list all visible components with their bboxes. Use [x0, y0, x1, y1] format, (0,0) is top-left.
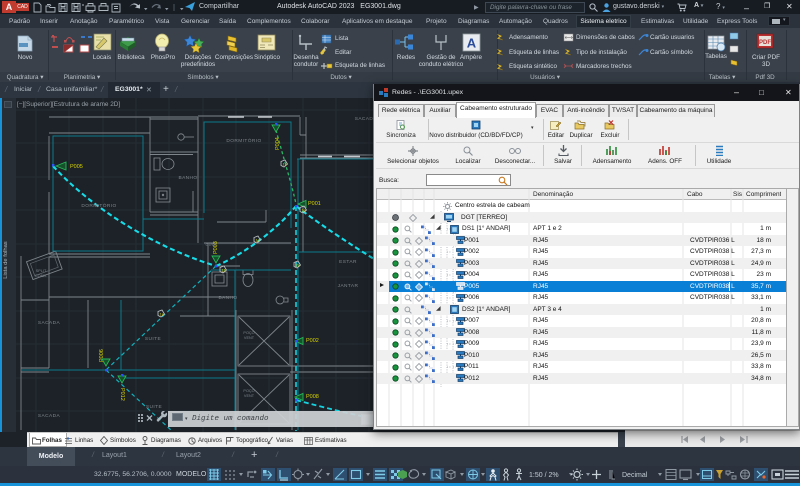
- svg-text:VENT: VENT: [244, 394, 255, 398]
- svg-text:DORMITÓRIO: DORMITÓRIO: [226, 137, 261, 144]
- svg-text:1b: 1b: [222, 268, 227, 273]
- svg-text:VENT: VENT: [244, 336, 255, 340]
- svg-text:CIRC.: CIRC.: [206, 242, 219, 247]
- svg-text:SPLIT: SPLIT: [36, 269, 47, 273]
- svg-text:DORMITÓRIO: DORMITÓRIO: [81, 202, 116, 209]
- svg-text:1a: 1a: [302, 208, 307, 213]
- svg-text:P012: P012: [119, 388, 125, 401]
- svg-text:P005: P005: [70, 164, 83, 170]
- svg-text:POÇO: POÇO: [243, 389, 254, 393]
- svg-text:P006: P006: [99, 349, 105, 362]
- svg-text:SUITE: SUITE: [146, 404, 162, 410]
- svg-text:1c: 1c: [283, 162, 287, 167]
- svg-text:1d: 1d: [256, 238, 260, 243]
- svg-text:P008: P008: [306, 394, 319, 400]
- svg-text:JANTAR: JANTAR: [338, 283, 359, 289]
- svg-text:SACADA: SACADA: [38, 413, 61, 419]
- svg-text:BANHO: BANHO: [218, 295, 237, 301]
- svg-text:SACAD: SACAD: [355, 116, 374, 122]
- svg-text:2a: 2a: [296, 263, 301, 268]
- svg-text:POÇO: POÇO: [243, 331, 254, 335]
- svg-text:P004: P004: [275, 137, 281, 150]
- svg-text:PDF: PDF: [759, 40, 771, 46]
- svg-text:BANHO: BANHO: [178, 175, 197, 181]
- svg-text:SACADA: SACADA: [38, 320, 61, 326]
- svg-text:ESTAR: ESTAR: [339, 259, 357, 265]
- svg-text:1:50 / 2%: 1:50 / 2%: [529, 472, 559, 479]
- svg-text:COND.: COND.: [35, 274, 47, 278]
- svg-text:SUITE: SUITE: [145, 336, 161, 342]
- svg-text:A: A: [467, 36, 477, 51]
- svg-text:P001: P001: [308, 201, 321, 207]
- svg-text:P002: P002: [306, 338, 319, 344]
- svg-text:1e: 1e: [160, 312, 165, 317]
- svg-text:Decimal: Decimal: [622, 472, 648, 479]
